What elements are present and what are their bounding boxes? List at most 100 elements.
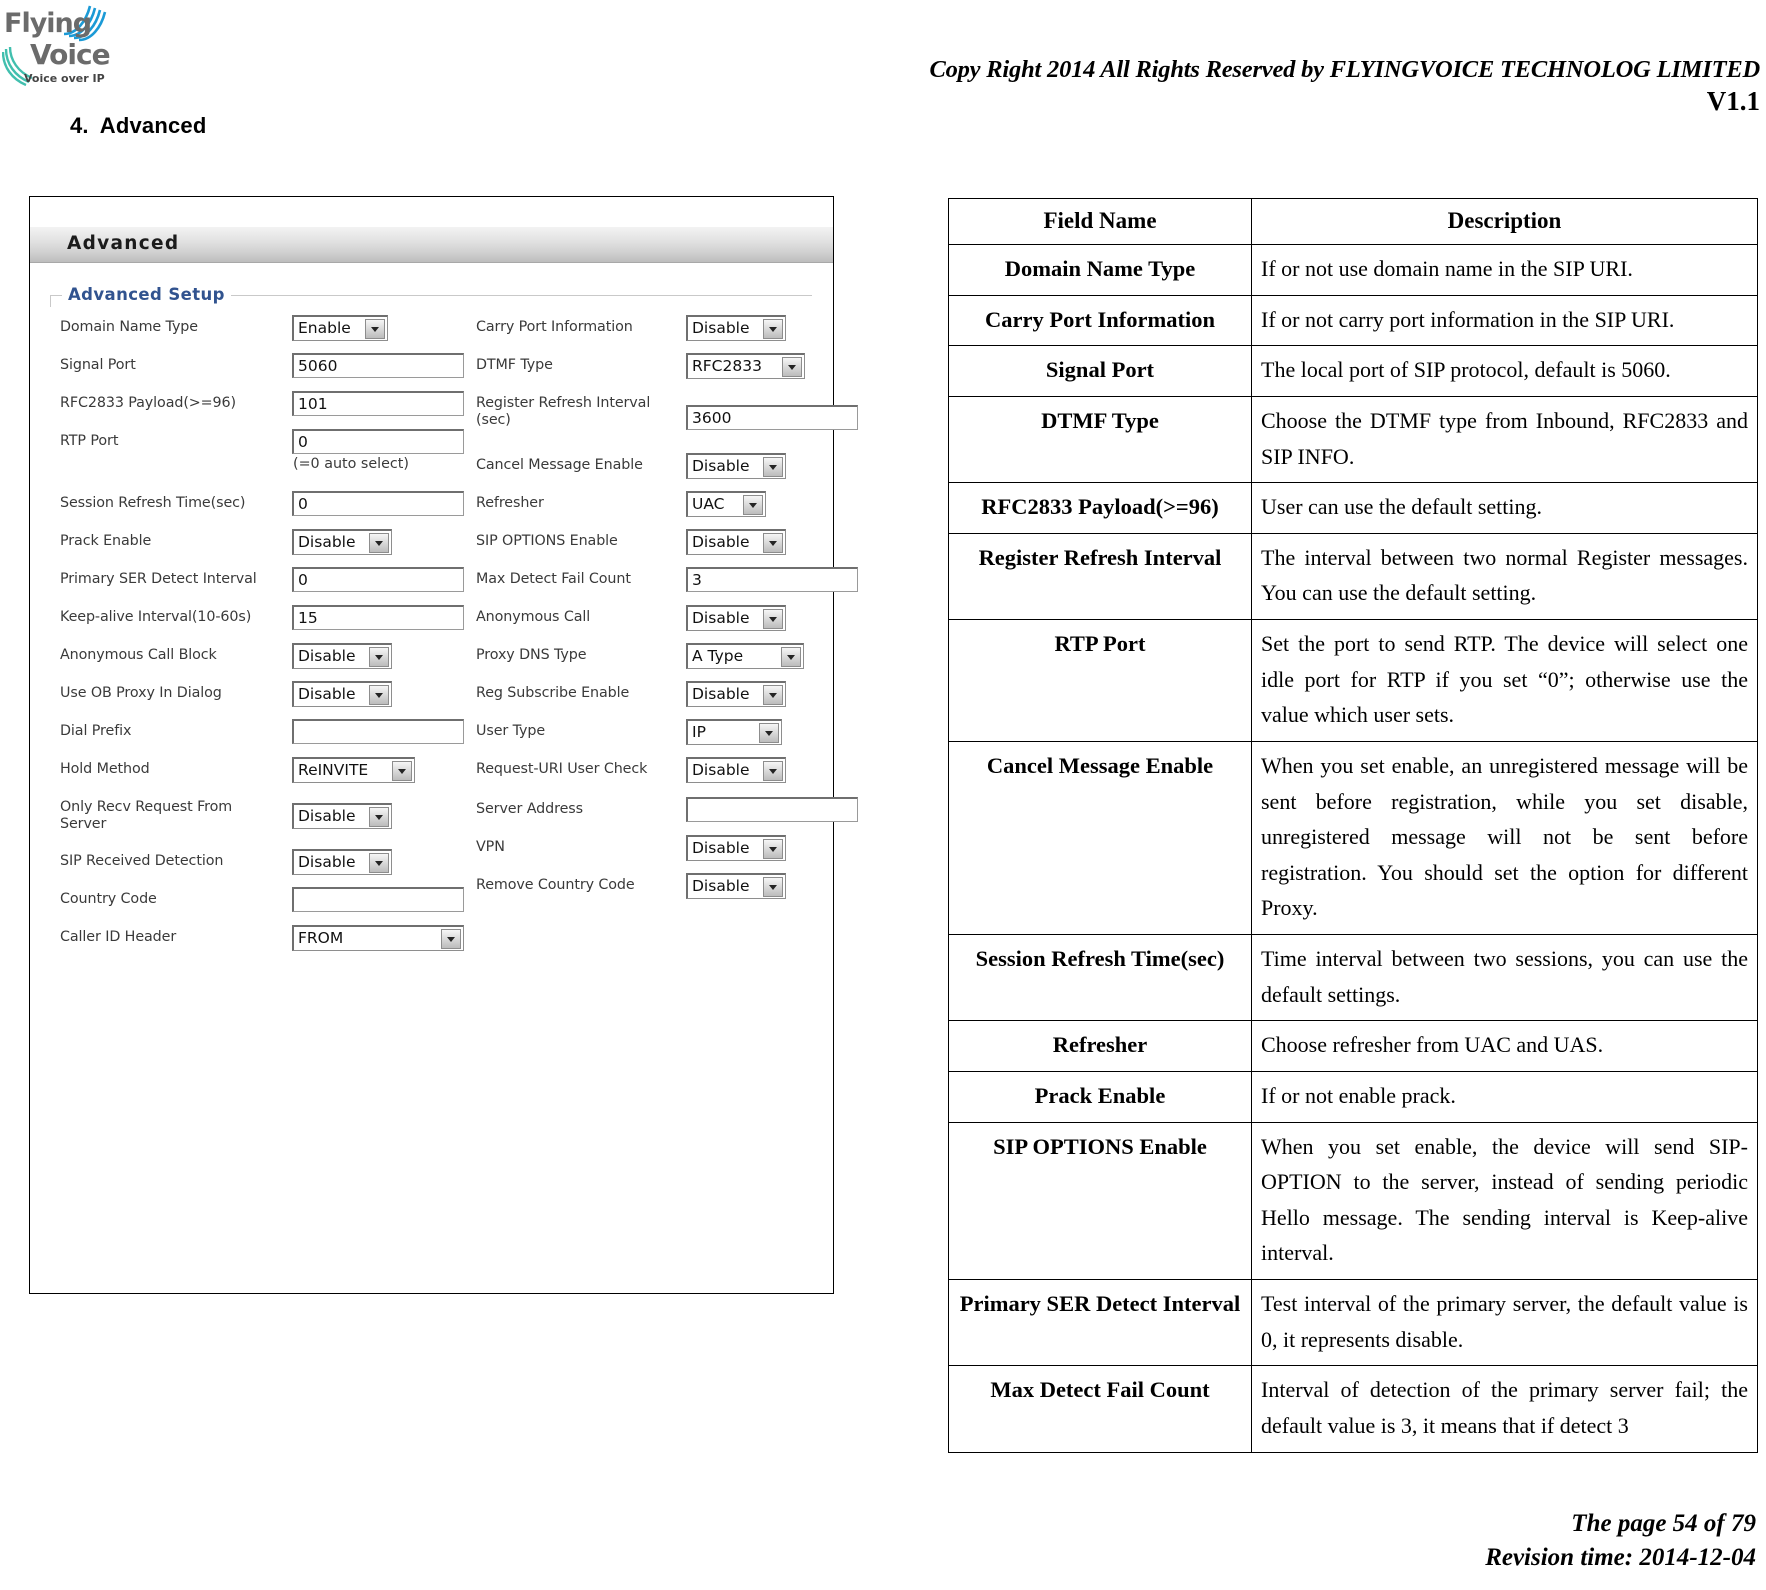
table-row: SIP OPTIONS Enable When you set enable, t… [948, 1121, 1758, 1280]
page-footer: The page 54 of 79 Revision time: 2014-12… [1485, 1507, 1756, 1574]
field-label-domain-name-type: Domain Name Type [60, 319, 198, 335]
select-hold-method[interactable]: ReINVITE [292, 757, 415, 783]
select-caller-id-header[interactable]: FROM [292, 925, 464, 951]
field-control-wrap-keep-alive-interval-10-60s: 15 [292, 605, 464, 630]
form-column-left: Domain Name Type Enable Signal Port 5060 RFC… [60, 315, 464, 963]
cell-field-name: Register Refresh Interval [948, 532, 1252, 621]
chevron-down-icon[interactable] [763, 877, 783, 897]
field-label-register-refresh-interval-sec: Register Refresh Interval (sec) [476, 395, 651, 429]
cell-field-name: Primary SER Detect Interval [948, 1278, 1252, 1367]
field-label-reg-subscribe-enable: Reg Subscribe Enable [476, 685, 630, 701]
cell-description: If or not enable prack. [1251, 1070, 1758, 1123]
select-value-hold-method: ReINVITE [298, 761, 369, 779]
field-label-anonymous-call-block: Anonymous Call Block [60, 647, 217, 663]
select-value-dtmf-type: RFC2833 [692, 357, 762, 375]
chevron-down-icon[interactable] [763, 533, 783, 553]
select-vpn[interactable]: Disable [686, 835, 786, 861]
chevron-down-icon[interactable] [441, 929, 461, 949]
section-number: 4. [70, 113, 89, 138]
chevron-down-icon[interactable] [369, 533, 389, 553]
select-request-uri-user-check[interactable]: Disable [686, 757, 786, 783]
field-control-wrap-only-recv-request-from-server: Disable [292, 803, 392, 829]
select-anonymous-call-block[interactable]: Disable [292, 643, 392, 669]
field-label-signal-port: Signal Port [60, 357, 136, 373]
chevron-down-icon[interactable] [763, 839, 783, 859]
input-primary-ser-detect-interval[interactable]: 0 [292, 567, 464, 592]
chevron-down-icon[interactable] [369, 685, 389, 705]
select-only-recv-request-from-server[interactable]: Disable [292, 803, 392, 829]
select-carry-port-information[interactable]: Disable [686, 315, 786, 341]
select-refresher[interactable]: UAC [686, 491, 766, 517]
select-value-sip-received-detection: Disable [298, 853, 356, 871]
input-max-detect-fail-count[interactable]: 3 [686, 567, 858, 592]
form-row-register-refresh-interval-sec: Register Refresh Interval (sec) 3600 [476, 391, 858, 443]
input-dial-prefix[interactable] [292, 719, 464, 744]
form-row-signal-port: Signal Port 5060 [60, 353, 464, 385]
input-rfc2833-payload-96[interactable]: 101 [292, 391, 464, 416]
cell-description: Test interval of the primary server, the… [1251, 1278, 1758, 1367]
chevron-down-icon[interactable] [763, 685, 783, 705]
table-row: Carry Port Information If or not carry po… [948, 294, 1758, 347]
select-value-prack-enable: Disable [298, 533, 356, 551]
chevron-down-icon[interactable] [759, 723, 779, 743]
fieldset-legend: Advanced Setup [62, 285, 231, 304]
table-row: RTP Port Set the port to send RTP. The de… [948, 619, 1758, 742]
select-reg-subscribe-enable[interactable]: Disable [686, 681, 786, 707]
input-register-refresh-interval-sec[interactable]: 3600 [686, 405, 858, 430]
chevron-down-icon[interactable] [392, 761, 412, 781]
select-value-carry-port-information: Disable [692, 319, 750, 337]
select-cancel-message-enable[interactable]: Disable [686, 453, 786, 479]
chevron-down-icon[interactable] [365, 319, 385, 339]
input-country-code[interactable] [292, 887, 464, 912]
input-session-refresh-time-sec[interactable]: 0 [292, 491, 464, 516]
chevron-down-icon[interactable] [763, 319, 783, 339]
select-dtmf-type[interactable]: RFC2833 [686, 353, 805, 379]
cell-description: The interval between two normal Register… [1251, 532, 1758, 621]
table-row: Signal Port The local port of SIP protoco… [948, 345, 1758, 397]
footer-revision: Revision time: 2014-12-04 [1485, 1543, 1756, 1571]
select-anonymous-call[interactable]: Disable [686, 605, 786, 631]
field-label-proxy-dns-type: Proxy DNS Type [476, 647, 587, 663]
select-value-anonymous-call-block: Disable [298, 647, 356, 665]
field-description-table: Field Name Description Domain Name Type I… [948, 198, 1758, 1453]
chevron-down-icon[interactable] [369, 853, 389, 873]
chevron-down-icon[interactable] [763, 761, 783, 781]
chevron-down-icon[interactable] [743, 495, 763, 515]
advanced-settings-screenshot: Advanced Advanced Setup Domain Name Type… [29, 196, 858, 1294]
field-label-primary-ser-detect-interval: Primary SER Detect Interval [60, 571, 257, 587]
select-user-type[interactable]: IP [686, 719, 782, 745]
field-control-wrap-use-ob-proxy-in-dialog: Disable [292, 681, 392, 707]
form-row-caller-id-header: Caller ID Header FROM [60, 925, 464, 957]
cell-field-name: Max Detect Fail Count [948, 1365, 1252, 1453]
field-label-vpn: VPN [476, 839, 505, 855]
chevron-down-icon[interactable] [763, 457, 783, 477]
form-row-sip-received-detection: SIP Received Detection Disable [60, 849, 420, 881]
select-remove-country-code[interactable]: Disable [686, 873, 786, 899]
cell-field-name: RTP Port [948, 619, 1252, 742]
chevron-down-icon[interactable] [782, 357, 802, 377]
field-label-carry-port-information: Carry Port Information [476, 319, 633, 335]
input-signal-port[interactable]: 5060 [292, 353, 464, 378]
input-rtp-port[interactable]: 0 [292, 429, 464, 454]
chevron-down-icon[interactable] [369, 647, 389, 667]
select-domain-name-type[interactable]: Enable [292, 315, 388, 341]
form-row-vpn: VPN Disable [476, 835, 816, 867]
chevron-down-icon[interactable] [369, 807, 389, 827]
select-use-ob-proxy-in-dialog[interactable]: Disable [292, 681, 392, 707]
field-label-caller-id-header: Caller ID Header [60, 929, 177, 945]
field-control-wrap-request-uri-user-check: Disable [686, 757, 786, 783]
input-keep-alive-interval-10-60s[interactable]: 15 [292, 605, 464, 630]
select-sip-received-detection[interactable]: Disable [292, 849, 392, 875]
field-control-wrap-carry-port-information: Disable [686, 315, 786, 341]
cell-field-name: Carry Port Information [948, 294, 1252, 347]
cell-description: When you set enable, the device will sen… [1251, 1121, 1758, 1280]
select-sip-options-enable[interactable]: Disable [686, 529, 786, 555]
chevron-down-icon[interactable] [781, 647, 801, 667]
chevron-down-icon[interactable] [763, 609, 783, 629]
input-server-address[interactable] [686, 797, 858, 822]
select-prack-enable[interactable]: Disable [292, 529, 392, 555]
select-proxy-dns-type[interactable]: A Type [686, 643, 804, 669]
field-control-wrap-country-code [292, 887, 464, 912]
form-row-cancel-message-enable: Cancel Message Enable Disable [476, 453, 816, 485]
table-row: Cancel Message Enable When you set enable… [948, 740, 1758, 936]
